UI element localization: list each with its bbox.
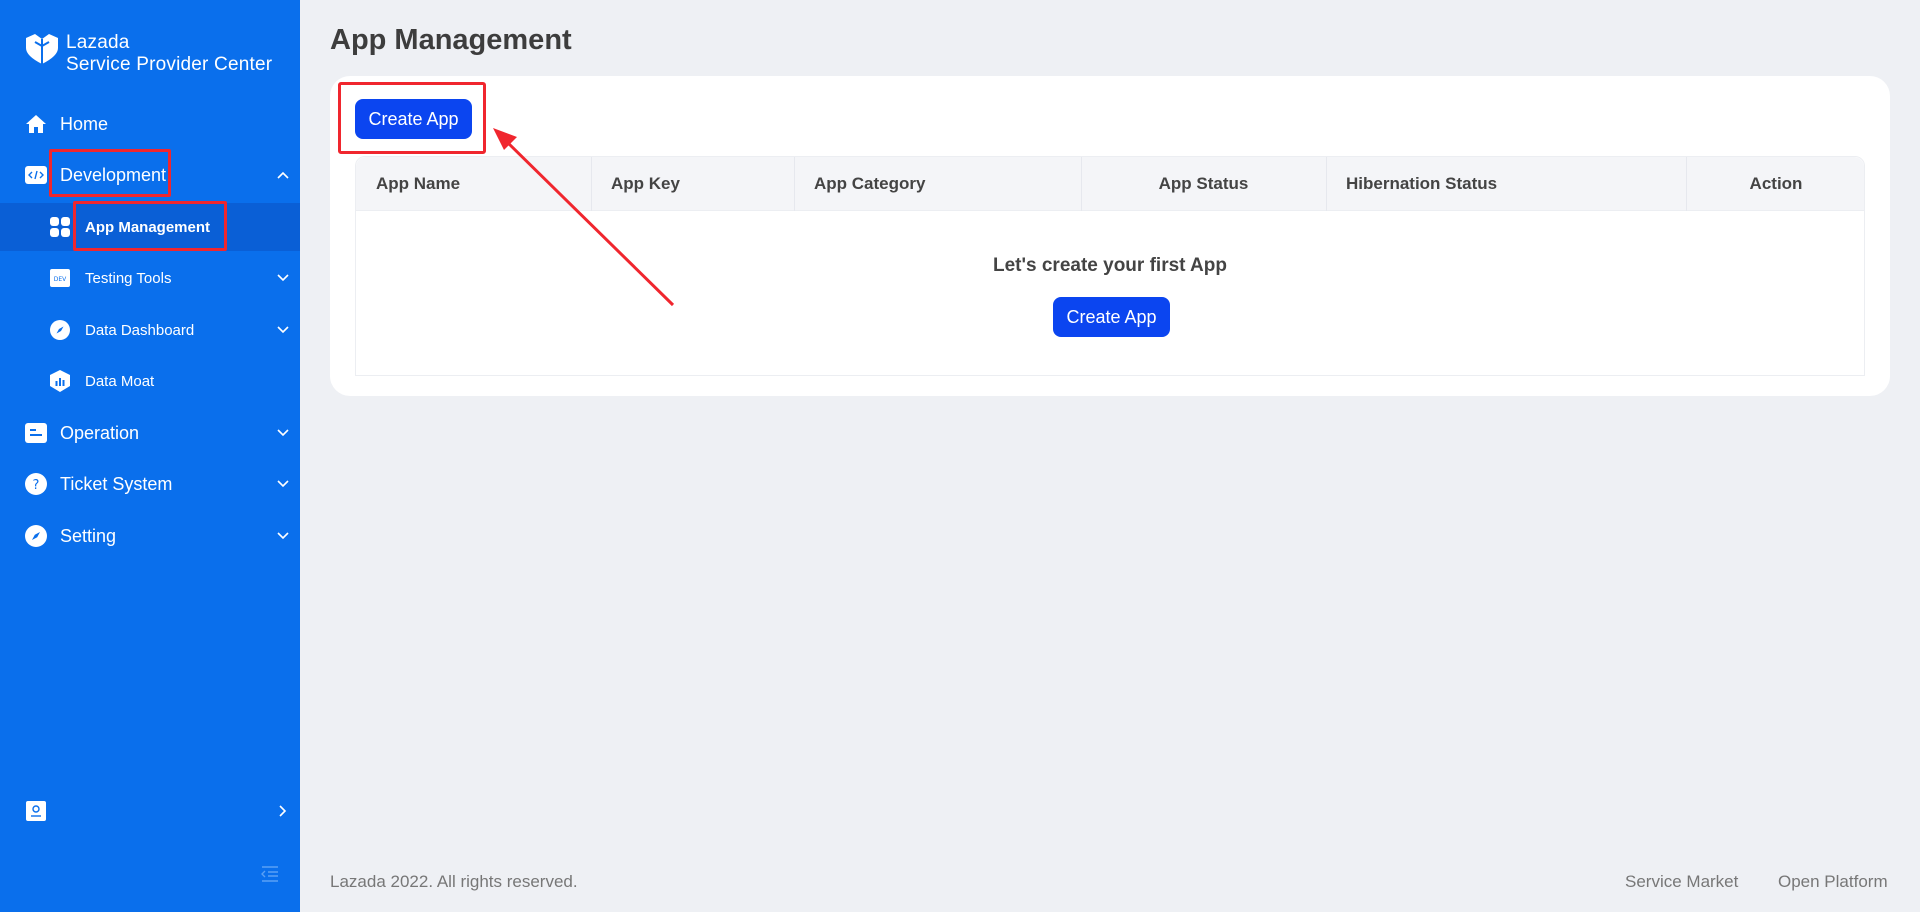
sidebar-item-label: Testing Tools [85, 269, 172, 287]
sidebar-item-label: Data Dashboard [85, 321, 195, 339]
code-icon [25, 164, 47, 186]
column-header-app-category: App Category [814, 174, 926, 193]
column-header-app-name: App Name [376, 174, 461, 193]
column-divider [591, 157, 592, 211]
sidebar: Lazada Service Provider Center Home Deve… [0, 0, 300, 912]
brand-logo[interactable]: Lazada Service Provider Center [24, 32, 272, 76]
chevron-down-icon[interactable] [276, 477, 290, 491]
brand-line2: Service Provider Center [66, 54, 273, 75]
sidebar-account[interactable] [0, 787, 300, 835]
compass-icon [25, 525, 47, 547]
collapse-sidebar-icon[interactable] [260, 864, 280, 884]
app-table: App Name App Key App Category App Status… [355, 156, 1865, 376]
table-header: App Name App Key App Category App Status… [356, 157, 1864, 211]
lazada-heart-icon [24, 32, 60, 66]
chevron-down-icon[interactable] [276, 271, 290, 285]
footer-link-open-platform[interactable]: Open Platform [1778, 872, 1888, 892]
sidebar-item-operation[interactable]: Operation [0, 409, 300, 457]
column-divider [794, 157, 795, 211]
sidebar-item-setting[interactable]: Setting [0, 512, 300, 560]
empty-state-create-app-button[interactable]: Create App [1053, 297, 1170, 337]
sidebar-item-home[interactable]: Home [0, 100, 300, 148]
question-icon: ? [25, 473, 47, 495]
column-header-app-status: App Status [1158, 174, 1249, 193]
sidebar-item-label: Ticket System [60, 473, 173, 494]
sidebar-item-label: Operation [60, 422, 140, 443]
chevron-down-icon[interactable] [276, 426, 290, 440]
sidebar-item-data-dashboard[interactable]: Data Dashboard [0, 306, 300, 354]
annotation-box-app-management [73, 201, 227, 251]
svg-text:?: ? [33, 478, 40, 493]
sidebar-item-label: Setting [60, 525, 117, 546]
annotation-box-development [49, 149, 171, 197]
document-icon [25, 422, 47, 444]
sidebar-item-testing-tools[interactable]: DEV Testing Tools [0, 254, 300, 302]
empty-state-message: Let's create your first App [993, 255, 1227, 276]
dev-icon: DEV [50, 268, 70, 288]
sidebar-item-label: Data Moat [85, 372, 155, 390]
chevron-down-icon[interactable] [276, 323, 290, 337]
sidebar-item-data-moat[interactable]: Data Moat [0, 357, 300, 405]
chevron-down-icon[interactable] [276, 529, 290, 543]
column-header-app-key: App Key [611, 174, 680, 193]
apps-grid-icon [50, 217, 70, 237]
app-list-card: Create App App Name App Key App Category… [330, 76, 1890, 396]
home-icon [25, 113, 47, 135]
shield-chart-icon [50, 370, 70, 392]
footer-copyright: Lazada 2022. All rights reserved. [330, 872, 578, 891]
page-title: App Management [330, 24, 572, 56]
sidebar-item-label: Home [60, 113, 109, 134]
compass-icon [50, 320, 70, 340]
column-header-action: Action [1749, 174, 1803, 193]
brand-line1: Lazada [66, 32, 130, 53]
annotation-box-create-app [338, 82, 486, 154]
column-divider [1326, 157, 1327, 211]
column-header-hibernation-status: Hibernation Status [1346, 174, 1498, 193]
footer-link-service-market[interactable]: Service Market [1625, 872, 1738, 892]
chevron-up-icon[interactable] [276, 168, 290, 182]
user-badge-icon [25, 800, 47, 822]
svg-text:DEV: DEV [54, 276, 67, 283]
chevron-right-icon[interactable] [276, 804, 290, 818]
sidebar-item-ticket-system[interactable]: ? Ticket System [0, 460, 300, 508]
